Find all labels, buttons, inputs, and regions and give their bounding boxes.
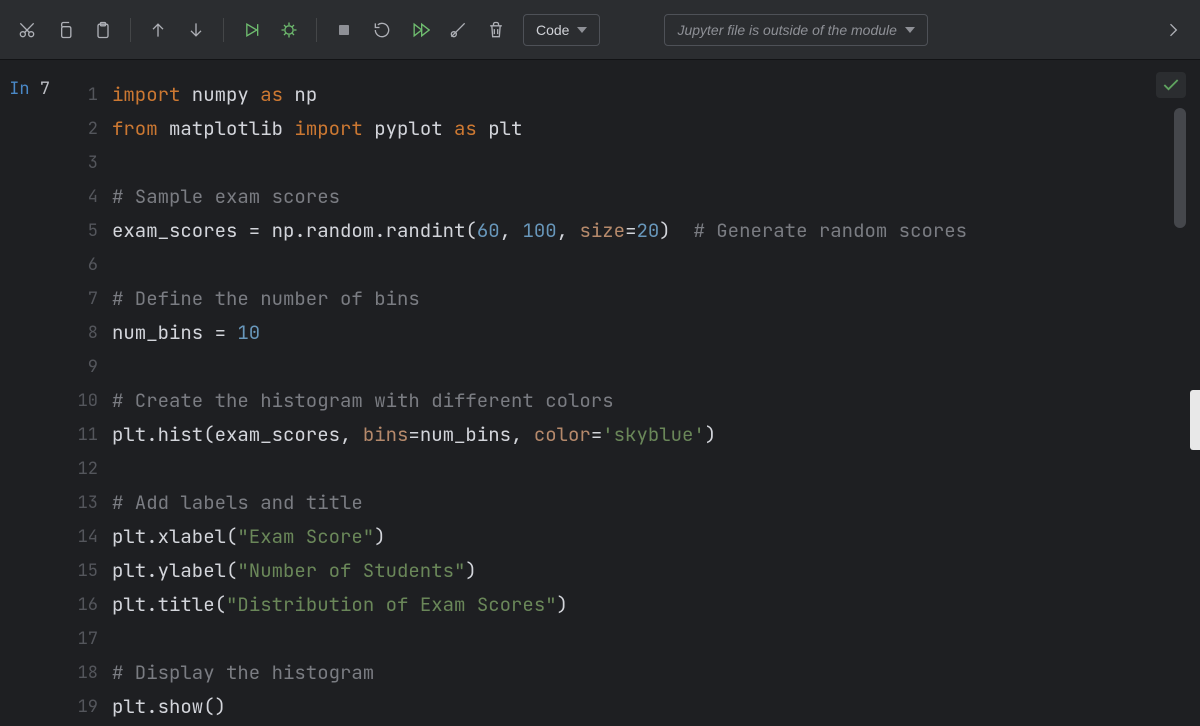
module-select[interactable]: Jupyter file is outside of the module bbox=[664, 14, 927, 46]
line-number: 15 bbox=[56, 554, 98, 588]
cut-cell-button[interactable] bbox=[10, 13, 44, 47]
health-check-icon[interactable] bbox=[1156, 72, 1186, 98]
line-number: 5 bbox=[56, 214, 98, 248]
line-number-gutter: 12345678910111213141516171819 bbox=[56, 60, 112, 726]
run-cell-button[interactable] bbox=[234, 13, 268, 47]
line-number: 7 bbox=[56, 282, 98, 316]
line-number: 3 bbox=[56, 146, 98, 180]
line-number: 1 bbox=[56, 78, 98, 112]
code-line[interactable] bbox=[112, 146, 1200, 180]
toolbar-overflow-button[interactable] bbox=[1156, 13, 1190, 47]
cell-type-select[interactable]: Code bbox=[523, 14, 600, 46]
line-number: 11 bbox=[56, 418, 98, 452]
code-line[interactable]: import numpy as np bbox=[112, 78, 1200, 112]
line-number: 17 bbox=[56, 622, 98, 656]
delete-cell-button[interactable] bbox=[479, 13, 513, 47]
interrupt-kernel-button[interactable] bbox=[327, 13, 361, 47]
line-number: 12 bbox=[56, 452, 98, 486]
code-line[interactable]: plt.xlabel("Exam Score") bbox=[112, 520, 1200, 554]
code-line[interactable]: num_bins = 10 bbox=[112, 316, 1200, 350]
code-line[interactable]: # Create the histogram with different co… bbox=[112, 384, 1200, 418]
code-line[interactable]: exam_scores = np.random.randint(60, 100,… bbox=[112, 214, 1200, 248]
code-line[interactable]: # Add labels and title bbox=[112, 486, 1200, 520]
clear-outputs-button[interactable] bbox=[441, 13, 475, 47]
line-number: 18 bbox=[56, 656, 98, 690]
toolbar-separator bbox=[223, 18, 224, 42]
code-line[interactable]: # Display the histogram bbox=[112, 656, 1200, 690]
line-number: 16 bbox=[56, 588, 98, 622]
code-line[interactable]: plt.show() bbox=[112, 690, 1200, 724]
copy-cell-button[interactable] bbox=[48, 13, 82, 47]
code-line[interactable] bbox=[112, 350, 1200, 384]
cell-execution-label: In 7 bbox=[0, 78, 50, 100]
chevron-down-icon bbox=[577, 27, 587, 33]
debug-cell-button[interactable] bbox=[272, 13, 306, 47]
module-select-label: Jupyter file is outside of the module bbox=[677, 22, 896, 38]
right-panel-handle[interactable] bbox=[1190, 390, 1200, 450]
line-number: 2 bbox=[56, 112, 98, 146]
line-number: 8 bbox=[56, 316, 98, 350]
line-number: 13 bbox=[56, 486, 98, 520]
paste-cell-button[interactable] bbox=[86, 13, 120, 47]
code-editor[interactable]: import numpy as npfrom matplotlib import… bbox=[112, 60, 1200, 726]
line-number: 9 bbox=[56, 350, 98, 384]
code-line[interactable]: # Sample exam scores bbox=[112, 180, 1200, 214]
move-cell-up-button[interactable] bbox=[141, 13, 175, 47]
line-number: 14 bbox=[56, 520, 98, 554]
editor-body: In 7 12345678910111213141516171819 impor… bbox=[0, 60, 1200, 726]
line-number: 19 bbox=[56, 690, 98, 724]
cell-prompt-gutter: In 7 bbox=[0, 60, 56, 726]
chevron-down-icon bbox=[905, 27, 915, 33]
code-line[interactable]: plt.hist(exam_scores, bins=num_bins, col… bbox=[112, 418, 1200, 452]
code-line[interactable]: plt.ylabel("Number of Students") bbox=[112, 554, 1200, 588]
notebook-toolbar: Code Jupyter file is outside of the modu… bbox=[0, 0, 1200, 60]
line-number: 10 bbox=[56, 384, 98, 418]
line-number: 4 bbox=[56, 180, 98, 214]
code-line[interactable] bbox=[112, 622, 1200, 656]
code-line[interactable]: from matplotlib import pyplot as plt bbox=[112, 112, 1200, 146]
run-all-button[interactable] bbox=[403, 13, 437, 47]
code-line[interactable] bbox=[112, 248, 1200, 282]
restart-kernel-button[interactable] bbox=[365, 13, 399, 47]
scrollbar-thumb[interactable] bbox=[1174, 108, 1186, 228]
code-line[interactable] bbox=[112, 452, 1200, 486]
cell-in-text: In bbox=[9, 78, 29, 100]
code-line[interactable]: plt.title("Distribution of Exam Scores") bbox=[112, 588, 1200, 622]
line-number: 6 bbox=[56, 248, 98, 282]
move-cell-down-button[interactable] bbox=[179, 13, 213, 47]
cell-in-number: 7 bbox=[40, 78, 50, 100]
cell-type-label: Code bbox=[536, 22, 569, 38]
code-line[interactable]: # Define the number of bins bbox=[112, 282, 1200, 316]
toolbar-separator bbox=[316, 18, 317, 42]
toolbar-separator bbox=[130, 18, 131, 42]
